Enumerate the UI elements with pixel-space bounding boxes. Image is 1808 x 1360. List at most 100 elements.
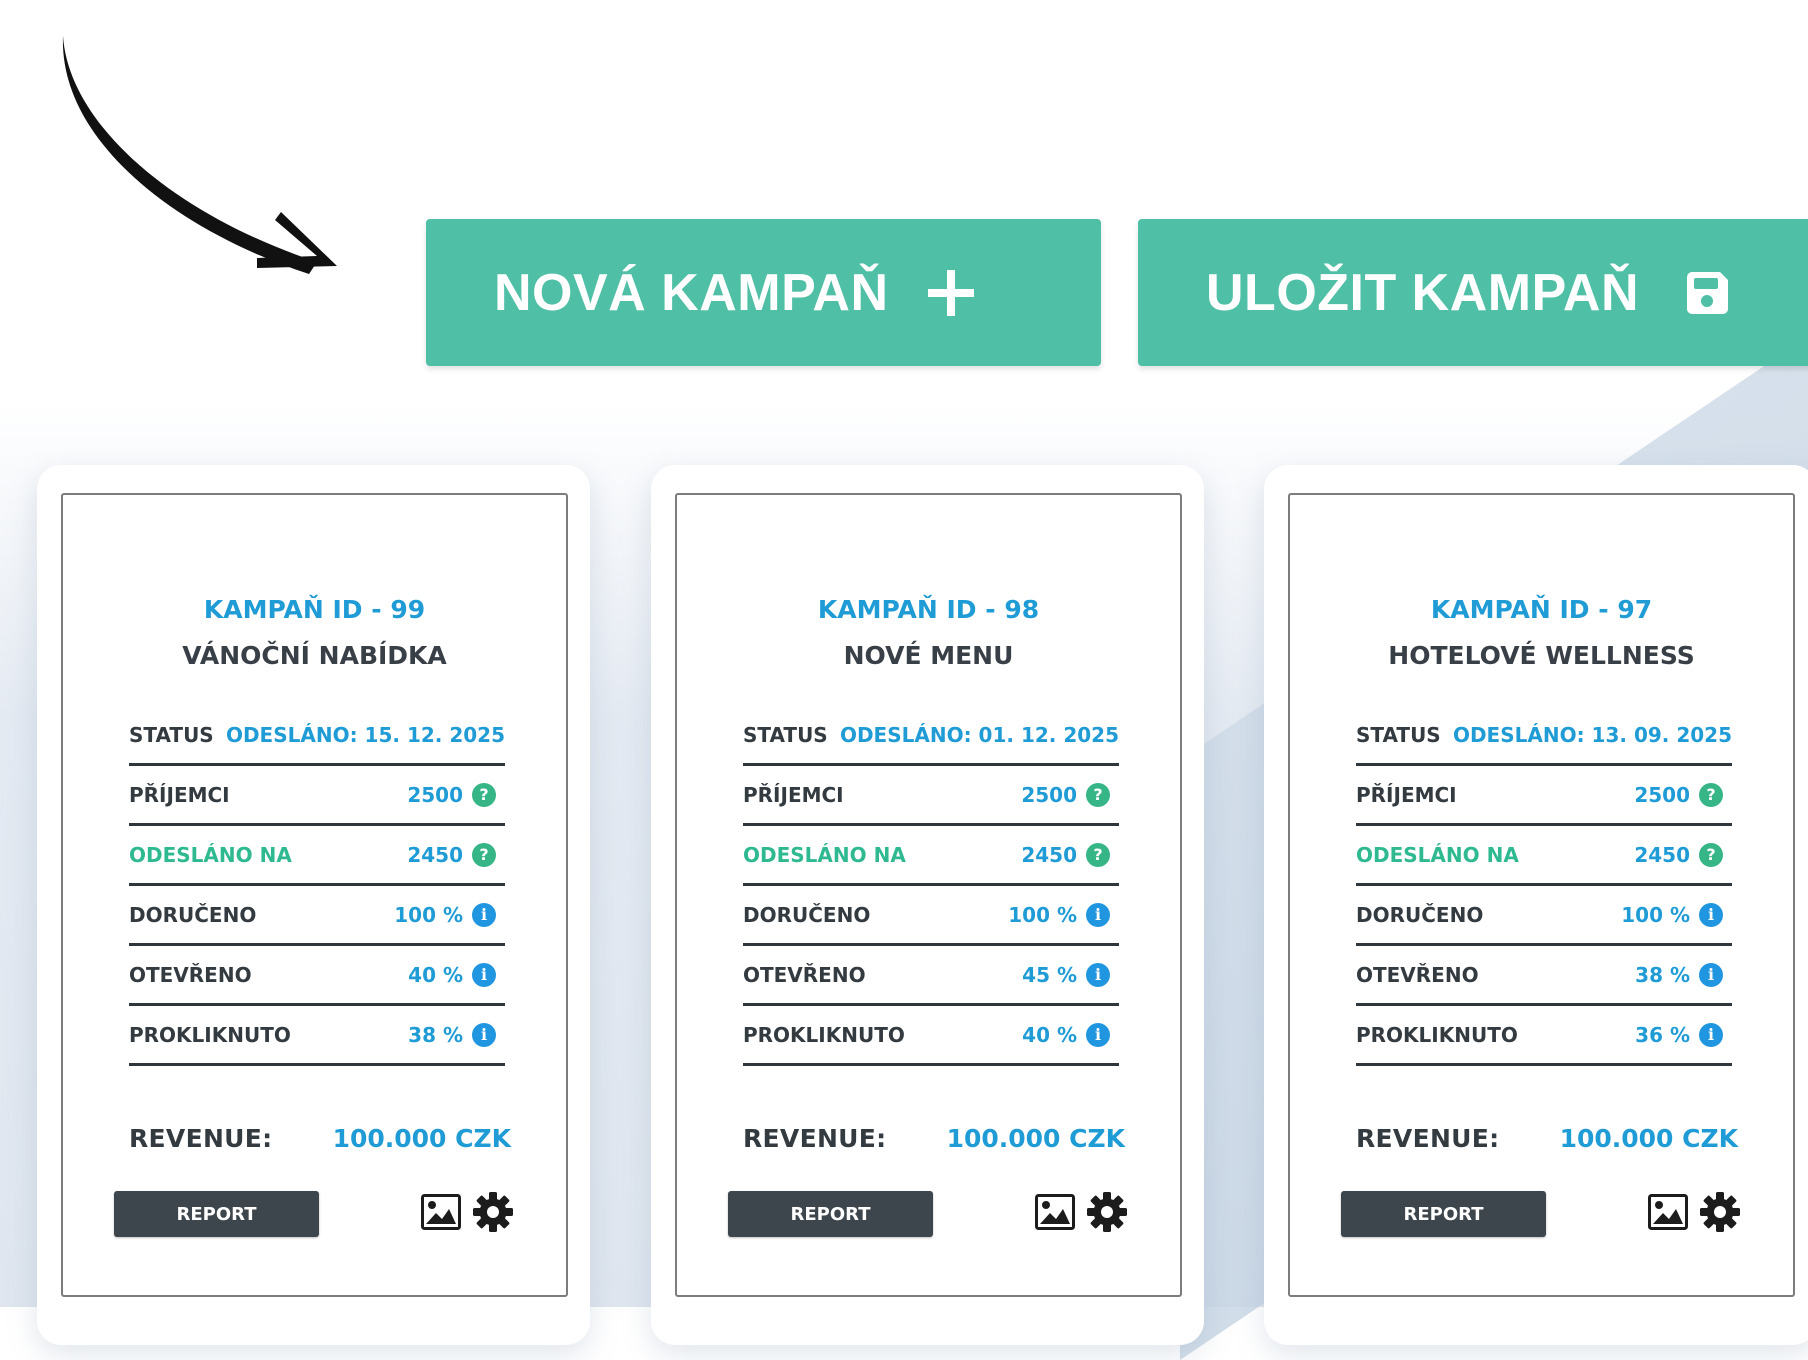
revenue-value: 100.000 CZK	[946, 1124, 1125, 1153]
metric-value-group: 100 % i	[1008, 902, 1119, 927]
metric-value-group: 40 % i	[1022, 1022, 1119, 1047]
metric-label: PROKLIKNUTO	[743, 1022, 905, 1047]
metric-value: 40 %	[1022, 1022, 1077, 1047]
info-icon[interactable]: i	[1699, 1022, 1723, 1047]
help-icon[interactable]: ?	[472, 782, 496, 807]
gear-icon[interactable]	[1087, 1192, 1127, 1232]
status-row: STATUS ODESLÁNO: 13. 09. 2025	[1356, 707, 1732, 766]
metric-value: 2450	[1021, 842, 1077, 867]
status-value: ODESLÁNO: 01. 12. 2025	[839, 723, 1119, 747]
metric-label: DORUČENO	[1356, 902, 1484, 927]
metric-value-group: 2450?	[407, 842, 505, 867]
metric-value: 100 %	[1008, 902, 1077, 927]
metric-label: OTEVŘENO	[743, 962, 866, 987]
metric-value: 38 %	[1635, 962, 1690, 987]
gear-icon[interactable]	[1700, 1192, 1740, 1232]
metric-label: ODESLÁNO NA	[743, 842, 906, 867]
metric-value-group: 38 % i	[1635, 962, 1732, 987]
save-campaign-button[interactable]: ULOŽIT KAMPAŇ	[1138, 219, 1808, 366]
metric-row: OTEVŘENO 45 % i	[743, 946, 1119, 1006]
metrics-table: STATUS ODESLÁNO: 15. 12. 2025 PŘÍJEMCI 25…	[129, 707, 505, 1066]
help-icon[interactable]: ?	[1699, 782, 1723, 807]
info-icon[interactable]: i	[1086, 962, 1110, 987]
campaign-card: KAMPAŇ ID - 98 NOVÉ MENU STATUS ODESLÁNO…	[651, 465, 1204, 1345]
image-icon[interactable]	[1648, 1194, 1688, 1230]
metric-value-group: 2450?	[1634, 842, 1732, 867]
campaign-id: KAMPAŇ ID - 99	[203, 595, 426, 624]
save-campaign-label: ULOŽIT KAMPAŇ	[1206, 263, 1640, 322]
image-icon[interactable]	[421, 1194, 461, 1230]
metric-row: PŘÍJEMCI 2500?	[1356, 766, 1732, 826]
metric-row: ODESLÁNO NA 2450?	[129, 826, 505, 886]
save-icon	[1687, 271, 1728, 314]
status-label: STATUS	[129, 723, 214, 747]
metric-value: 40 %	[408, 962, 463, 987]
info-icon[interactable]: i	[472, 902, 496, 927]
metric-value-group: 40 % i	[408, 962, 505, 987]
campaign-card-frame: KAMPAŇ ID - 97 HOTELOVÉ WELLNESS STATUS …	[1288, 493, 1795, 1297]
campaign-id: KAMPAŇ ID - 98	[817, 595, 1040, 624]
info-icon[interactable]: i	[1086, 902, 1110, 927]
metric-label: ODESLÁNO NA	[129, 842, 292, 867]
info-icon[interactable]: i	[1086, 1022, 1110, 1047]
status-label: STATUS	[1356, 723, 1441, 747]
metric-row: ODESLÁNO NA 2450?	[1356, 826, 1732, 886]
info-icon[interactable]: i	[1699, 902, 1723, 927]
metric-value: 100 %	[1621, 902, 1690, 927]
info-icon[interactable]: i	[472, 1022, 496, 1047]
metric-value-group: 45 % i	[1022, 962, 1119, 987]
revenue-label: REVENUE:	[743, 1124, 887, 1153]
metrics-table: STATUS ODESLÁNO: 01. 12. 2025 PŘÍJEMCI 25…	[743, 707, 1119, 1066]
metric-value: 2450	[407, 842, 463, 867]
metric-row: DORUČENO 100 % i	[129, 886, 505, 946]
metric-row: PROKLIKNUTO 40 % i	[743, 1006, 1119, 1066]
metric-value: 100 %	[394, 902, 463, 927]
gear-icon[interactable]	[473, 1192, 513, 1232]
metric-value-group: 2500?	[1634, 782, 1732, 807]
campaign-card-frame: KAMPAŇ ID - 98 NOVÉ MENU STATUS ODESLÁNO…	[675, 493, 1182, 1297]
metric-label: DORUČENO	[743, 902, 871, 927]
help-icon[interactable]: ?	[472, 842, 496, 867]
metric-value-group: 100 % i	[1621, 902, 1732, 927]
metric-value: 45 %	[1022, 962, 1077, 987]
campaign-card: KAMPAŇ ID - 97 HOTELOVÉ WELLNESS STATUS …	[1264, 465, 1808, 1345]
image-icon[interactable]	[1035, 1194, 1075, 1230]
info-icon[interactable]: i	[1699, 962, 1723, 987]
metric-row: OTEVŘENO 40 % i	[129, 946, 505, 1006]
metric-value: 38 %	[408, 1022, 463, 1047]
report-button[interactable]: REPORT	[728, 1191, 933, 1237]
metric-label: DORUČENO	[129, 902, 257, 927]
metrics-table: STATUS ODESLÁNO: 13. 09. 2025 PŘÍJEMCI 25…	[1356, 707, 1732, 1066]
info-icon[interactable]: i	[472, 962, 496, 987]
metric-value: 2450	[1634, 842, 1690, 867]
campaign-name: VÁNOČNÍ NABÍDKA	[182, 641, 447, 670]
help-icon[interactable]: ?	[1086, 782, 1110, 807]
revenue-label: REVENUE:	[1356, 1124, 1500, 1153]
revenue-row: REVENUE: 100.000 CZK	[1356, 1124, 1738, 1153]
metric-row: PŘÍJEMCI 2500?	[743, 766, 1119, 826]
metric-label: ODESLÁNO NA	[1356, 842, 1519, 867]
metric-value: 2500	[407, 782, 463, 807]
campaign-name: HOTELOVÉ WELLNESS	[1388, 641, 1695, 670]
revenue-row: REVENUE: 100.000 CZK	[129, 1124, 511, 1153]
metric-label: PŘÍJEMCI	[743, 782, 844, 807]
revenue-label: REVENUE:	[129, 1124, 273, 1153]
status-value: ODESLÁNO: 13. 09. 2025	[1452, 723, 1732, 747]
metric-row: PROKLIKNUTO 38 % i	[129, 1006, 505, 1066]
report-button[interactable]: REPORT	[114, 1191, 319, 1237]
metric-label: OTEVŘENO	[1356, 962, 1479, 987]
metric-value-group: 36 % i	[1635, 1022, 1732, 1047]
help-icon[interactable]: ?	[1699, 842, 1723, 867]
arrow-icon	[62, 36, 337, 274]
report-button[interactable]: REPORT	[1341, 1191, 1546, 1237]
help-icon[interactable]: ?	[1086, 842, 1110, 867]
metric-row: ODESLÁNO NA 2450?	[743, 826, 1119, 886]
metric-value-group: 38 % i	[408, 1022, 505, 1047]
metric-label: PŘÍJEMCI	[1356, 782, 1457, 807]
campaign-id: KAMPAŇ ID - 97	[1430, 595, 1653, 624]
metric-row: PROKLIKNUTO 36 % i	[1356, 1006, 1732, 1066]
campaign-name: NOVÉ MENU	[843, 641, 1014, 670]
new-campaign-label: NOVÁ KAMPAŇ	[494, 263, 889, 322]
new-campaign-button[interactable]: NOVÁ KAMPAŇ	[426, 219, 1101, 366]
metric-label: PROKLIKNUTO	[129, 1022, 291, 1047]
